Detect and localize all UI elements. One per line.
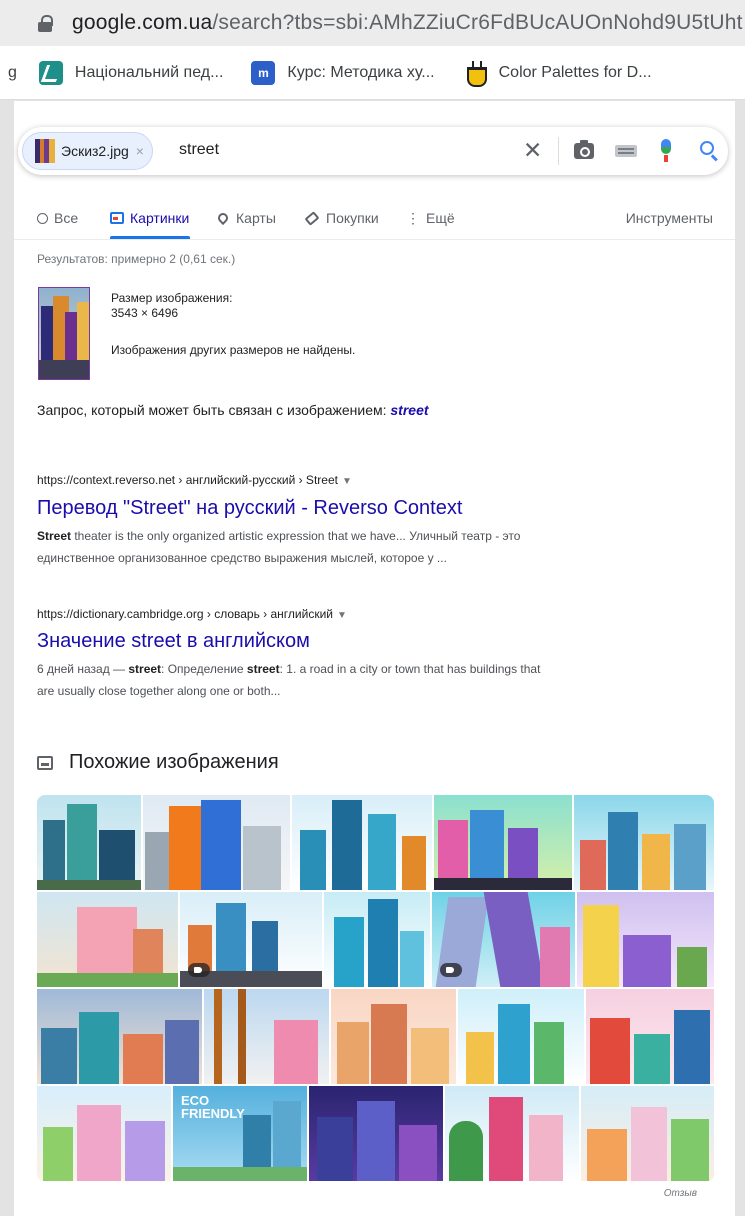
tab-label: Ещё <box>426 210 455 226</box>
bookmark-color-palettes[interactable]: Color Palettes for D... <box>463 60 652 87</box>
tab-label: Все <box>54 210 79 226</box>
image-size-value: 3543 × 6496 <box>111 306 179 320</box>
bookmarks-bar: g Національний пед... m Курс: Методика х… <box>0 46 745 100</box>
search-tabs: Все Картинки Карты Покупки ⋮ Ещё Инструм… <box>14 204 735 240</box>
image-icon <box>110 212 124 224</box>
tab-label: Карты <box>236 210 276 226</box>
result-cite[interactable]: https://dictionary.cambridge.org › слова… <box>37 607 347 621</box>
similar-image-tile[interactable] <box>445 1086 579 1181</box>
similar-image-tile[interactable] <box>324 892 430 987</box>
similar-image-tile[interactable] <box>309 1086 443 1181</box>
microphone-icon[interactable] <box>661 139 671 162</box>
tab-images[interactable]: Картинки <box>110 206 189 230</box>
related-query: Запрос, который может быть связан с изоб… <box>37 402 429 418</box>
query-image-thumbnail[interactable] <box>38 287 90 380</box>
lock-icon[interactable] <box>38 14 53 32</box>
keyboard-icon[interactable] <box>615 145 637 157</box>
clear-icon[interactable]: ✕ <box>523 138 542 162</box>
similar-image-tile[interactable] <box>143 795 290 890</box>
tab-more[interactable]: ⋮ Ещё <box>406 206 455 230</box>
bookmark-course[interactable]: m Курс: Методика ху... <box>251 60 435 85</box>
search-box[interactable]: Эскиз2.jpg × street ✕ <box>18 127 728 175</box>
tab-all[interactable]: Все <box>37 206 78 230</box>
bookmark-label: Національний пед... <box>74 63 224 81</box>
chevron-down-icon[interactable]: ▼ <box>342 476 352 487</box>
search-icon[interactable] <box>700 141 714 155</box>
similar-images-heading[interactable]: Похожие изображения <box>37 751 279 774</box>
tab-label: Картинки <box>130 210 190 226</box>
camera-icon[interactable] <box>574 140 594 159</box>
similar-image-tile[interactable] <box>574 795 714 890</box>
tools-button[interactable]: Инструменты <box>626 206 713 230</box>
result-cite[interactable]: https://context.reverso.net › английский… <box>37 473 352 487</box>
similar-image-tile[interactable] <box>434 795 572 890</box>
similar-image-tile[interactable] <box>37 989 202 1084</box>
result-snippet: Street theater is the only organized art… <box>37 529 521 565</box>
np-logo-icon <box>38 60 63 85</box>
similar-image-tile[interactable] <box>37 892 178 987</box>
similar-image-tile[interactable] <box>432 892 575 987</box>
similar-image-tile[interactable] <box>581 1086 714 1181</box>
shopping-tag-icon <box>188 963 210 977</box>
similar-image-tile[interactable]: ECO FRIENDLY <box>173 1086 307 1181</box>
tab-label: Покупки <box>326 210 379 226</box>
similar-image-tile[interactable] <box>204 989 329 1084</box>
similar-images-grid: ECO FRIENDLY <box>37 795 714 1182</box>
chip-thumbnail <box>35 139 55 163</box>
image-query-chip[interactable]: Эскиз2.jpg × <box>22 132 153 170</box>
similar-image-tile[interactable] <box>577 892 714 987</box>
bookmark-label: Курс: Методика ху... <box>287 63 435 81</box>
eco-friendly-badge: ECO FRIENDLY <box>181 1093 245 1121</box>
moodle-m-icon: m <box>251 60 276 85</box>
feedback-link[interactable]: Отзыв <box>664 1188 697 1199</box>
search-results-page: Эскиз2.jpg × street ✕ Все Картинки Карты… <box>14 101 735 1216</box>
tab-maps[interactable]: Карты <box>215 206 276 230</box>
result-title[interactable]: Значение street в английском <box>37 630 310 653</box>
chip-close-icon[interactable]: × <box>136 143 144 159</box>
color-palettes-icon <box>463 60 487 87</box>
image-size-label: Размер изображения: <box>111 291 233 305</box>
no-other-sizes-text: Изображения других размеров не найдены. <box>111 343 356 357</box>
image-icon <box>37 755 53 770</box>
more-vert-icon: ⋮ <box>406 209 420 226</box>
similar-image-tile[interactable] <box>586 989 714 1084</box>
similar-image-tile[interactable] <box>180 892 322 987</box>
tag-icon <box>304 210 320 226</box>
result-snippet: 6 дней назад — street: Определение stree… <box>37 662 541 698</box>
address-bar[interactable]: google.com.ua/search?tbs=sbi:AMhZZiuCr6F… <box>0 0 745 46</box>
search-divider <box>558 137 559 165</box>
bookmark-np[interactable]: Національний пед... <box>38 60 224 85</box>
similar-image-tile[interactable] <box>292 795 432 890</box>
search-icon <box>37 212 48 224</box>
similar-image-tile[interactable] <box>331 989 456 1084</box>
search-input[interactable]: street <box>179 141 219 159</box>
map-pin-icon <box>215 210 231 226</box>
shopping-tag-icon <box>440 963 462 977</box>
similar-image-tile[interactable] <box>458 989 584 1084</box>
active-tab-indicator <box>110 236 190 239</box>
bookmark-label: Color Palettes for D... <box>498 63 652 81</box>
tab-shopping[interactable]: Покупки <box>304 206 379 230</box>
chip-filename: Эскиз2.jpg <box>61 143 129 159</box>
chevron-down-icon[interactable]: ▼ <box>337 610 347 621</box>
result-title[interactable]: Перевод "Street" на русский - Reverso Co… <box>37 497 462 520</box>
bookmark-fragment[interactable]: g <box>8 64 17 82</box>
result-stats: Результатов: примерно 2 (0,61 сек.) <box>37 252 236 266</box>
related-query-link[interactable]: street <box>390 402 428 418</box>
similar-image-tile[interactable] <box>37 795 141 890</box>
similar-image-tile[interactable] <box>37 1086 171 1181</box>
url-text[interactable]: google.com.ua/search?tbs=sbi:AMhZZiuCr6F… <box>72 11 743 35</box>
